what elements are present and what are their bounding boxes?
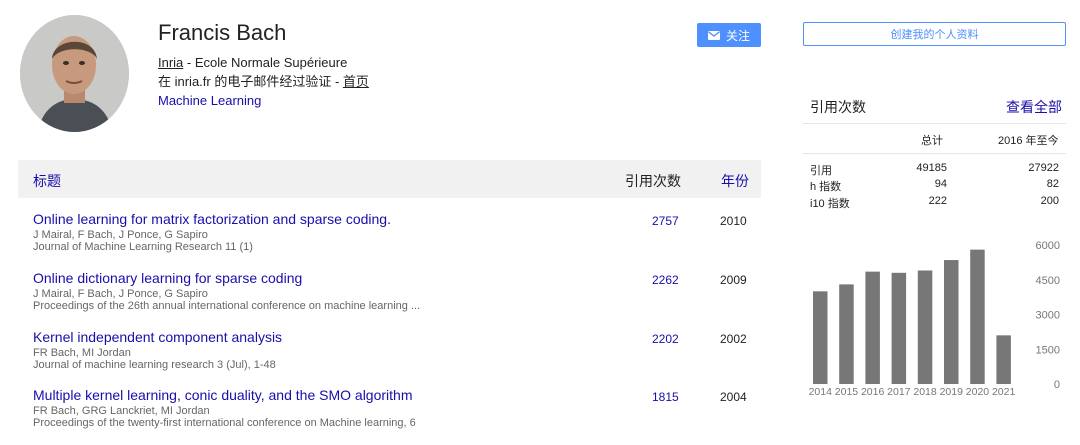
follow-button[interactable]: 关注 [697, 23, 761, 47]
divider [803, 153, 1066, 154]
article-authors: J Mairal, F Bach, J Ponce, G Sapiro [33, 229, 208, 241]
y-tick-label: 4500 [1036, 275, 1060, 287]
affiliation-link[interactable]: Inria [158, 55, 183, 70]
bar-2020[interactable] [970, 249, 985, 384]
col-since-header: 2016 年至今 [998, 135, 1059, 147]
follow-label: 关注 [725, 28, 750, 43]
profile-photo [20, 15, 129, 132]
cited-by-count[interactable]: 2262 [652, 273, 679, 287]
table-row: Kernel independent component analysis FR… [18, 329, 761, 387]
article-year: 2004 [720, 390, 747, 404]
verified-email: 在 inria.fr 的电子邮件经过验证 - 首页 [158, 71, 369, 90]
bar-2014[interactable] [813, 291, 828, 384]
x-tick-label: 2017 [887, 386, 911, 398]
article-venue: Journal of Machine Learning Research 11 … [33, 241, 253, 253]
article-venue: Proceedings of the twenty-first internat… [33, 417, 416, 429]
cited-by-heading: 引用次数 [810, 99, 866, 115]
col-all-header: 总计 [921, 135, 943, 147]
profile-name: Francis Bach [158, 20, 287, 45]
x-tick-label: 2016 [861, 386, 885, 398]
article-title[interactable]: Kernel independent component analysis [33, 329, 282, 345]
cited-by-count[interactable]: 2757 [652, 214, 679, 228]
bar-2018[interactable] [917, 270, 933, 384]
y-tick-label: 1500 [1036, 344, 1060, 356]
interest-link[interactable]: Machine Learning [158, 93, 261, 108]
table-row: Online learning for matrix factorization… [18, 211, 761, 269]
bar-2016[interactable] [865, 271, 880, 384]
x-tick-label: 2019 [940, 386, 964, 398]
sort-by-cites[interactable]: 引用次数 [625, 171, 681, 191]
y-tick-label: 0 [1054, 379, 1060, 391]
cited-by-count[interactable]: 1815 [652, 390, 679, 404]
divider [803, 123, 1066, 124]
article-year: 2002 [720, 332, 747, 346]
avatar [20, 15, 129, 132]
article-year: 2009 [720, 273, 747, 287]
table-row: Multiple kernel learning, conic duality,… [18, 387, 761, 445]
affiliation-text: - Ecole Normale Supérieure [183, 55, 348, 70]
create-profile-button[interactable]: 创建我的个人资料 [803, 22, 1066, 46]
stat-label-citations: 引用 [810, 165, 832, 177]
bar-2019[interactable] [944, 260, 959, 384]
x-tick-label: 2020 [966, 386, 990, 398]
stat-citations-since: 27922 [1028, 162, 1059, 174]
sort-by-title[interactable]: 标题 [33, 171, 61, 191]
x-tick-label: 2021 [992, 386, 1016, 398]
view-all-link[interactable]: 查看全部 [1006, 97, 1062, 117]
bar-2015[interactable] [839, 284, 854, 384]
article-title[interactable]: Multiple kernel learning, conic duality,… [33, 387, 412, 403]
article-authors: J Mairal, F Bach, J Ponce, G Sapiro [33, 288, 208, 300]
stat-citations-all: 49185 [916, 162, 947, 174]
y-tick-label: 6000 [1036, 240, 1060, 252]
stat-i10-index-all: 222 [928, 195, 947, 207]
article-venue: Proceedings of the 26th annual internati… [33, 300, 421, 312]
homepage-link[interactable]: 首页 [343, 74, 369, 89]
stat-label-i10-index: i10 指数 [810, 198, 850, 210]
bar-2021[interactable] [996, 335, 1011, 384]
x-tick-label: 2018 [913, 386, 937, 398]
sort-by-year[interactable]: 年份 [721, 171, 749, 191]
article-year: 2010 [720, 214, 747, 228]
stat-label-h-index: h 指数 [810, 181, 842, 193]
article-title[interactable]: Online dictionary learning for sparse co… [33, 270, 302, 286]
article-title[interactable]: Online learning for matrix factorization… [33, 211, 391, 227]
table-header: 标题 引用次数 年份 [18, 160, 761, 198]
stat-h-index-all: 94 [934, 178, 947, 190]
article-authors: FR Bach, GRG Lanckriet, MI Jordan [33, 405, 210, 417]
y-tick-label: 3000 [1036, 310, 1060, 322]
citations-bar-chart: 2014 2015 2016 2017 2018 2019 2020 2021 6000 4500… [809, 240, 1060, 398]
stat-h-index-since: 82 [1046, 178, 1059, 190]
article-authors: FR Bach, MI Jordan [33, 347, 131, 359]
cited-by-count[interactable]: 2202 [652, 332, 679, 346]
mail-icon [707, 30, 720, 40]
table-row: Online dictionary learning for sparse co… [18, 270, 761, 328]
article-venue: Journal of machine learning research 3 (… [33, 359, 276, 371]
bar-2017[interactable] [891, 272, 907, 384]
verified-text: 在 inria.fr 的电子邮件经过验证 - [158, 74, 343, 89]
stat-i10-index-since: 200 [1040, 195, 1059, 207]
profile-affiliation: Inria - Ecole Normale Supérieure [158, 55, 347, 70]
x-tick-label: 2015 [835, 386, 859, 398]
x-tick-label: 2014 [809, 386, 833, 398]
